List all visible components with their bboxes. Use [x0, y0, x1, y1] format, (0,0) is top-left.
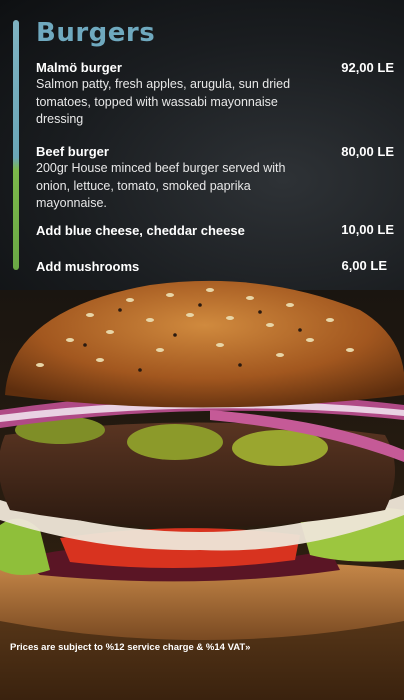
addon-price-cheese: 10,00 LE [341, 222, 394, 237]
addon-name-cheese: Add blue cheese, cheddar cheese [36, 223, 245, 238]
burger-photo [0, 280, 404, 640]
item-desc-beef-burger: 200gr House minced beef burger served wi… [36, 161, 286, 210]
top-bun [5, 280, 404, 408]
section-title: Burgers [36, 18, 156, 48]
menu-screen: Burgers Malmö burger 92,00 LE Salmon pat… [0, 0, 404, 700]
price-footnote: Prices are subject to %12 service charge… [10, 642, 251, 653]
addon-price-mushrooms: 6,00 LE [341, 258, 387, 273]
item-name-malmo-burger: Malmö burger [36, 60, 122, 75]
item-price-malmo-burger: 92,00 LE [341, 60, 394, 75]
item-desc-malmo-burger: Salmon patty, fresh apples, arugula, sun… [36, 77, 291, 126]
addon-name-mushrooms: Add mushrooms [36, 259, 140, 274]
item-name-beef-burger: Beef burger [36, 144, 109, 159]
accent-bar [13, 20, 19, 270]
item-price-beef-burger: 80,00 LE [341, 144, 394, 159]
